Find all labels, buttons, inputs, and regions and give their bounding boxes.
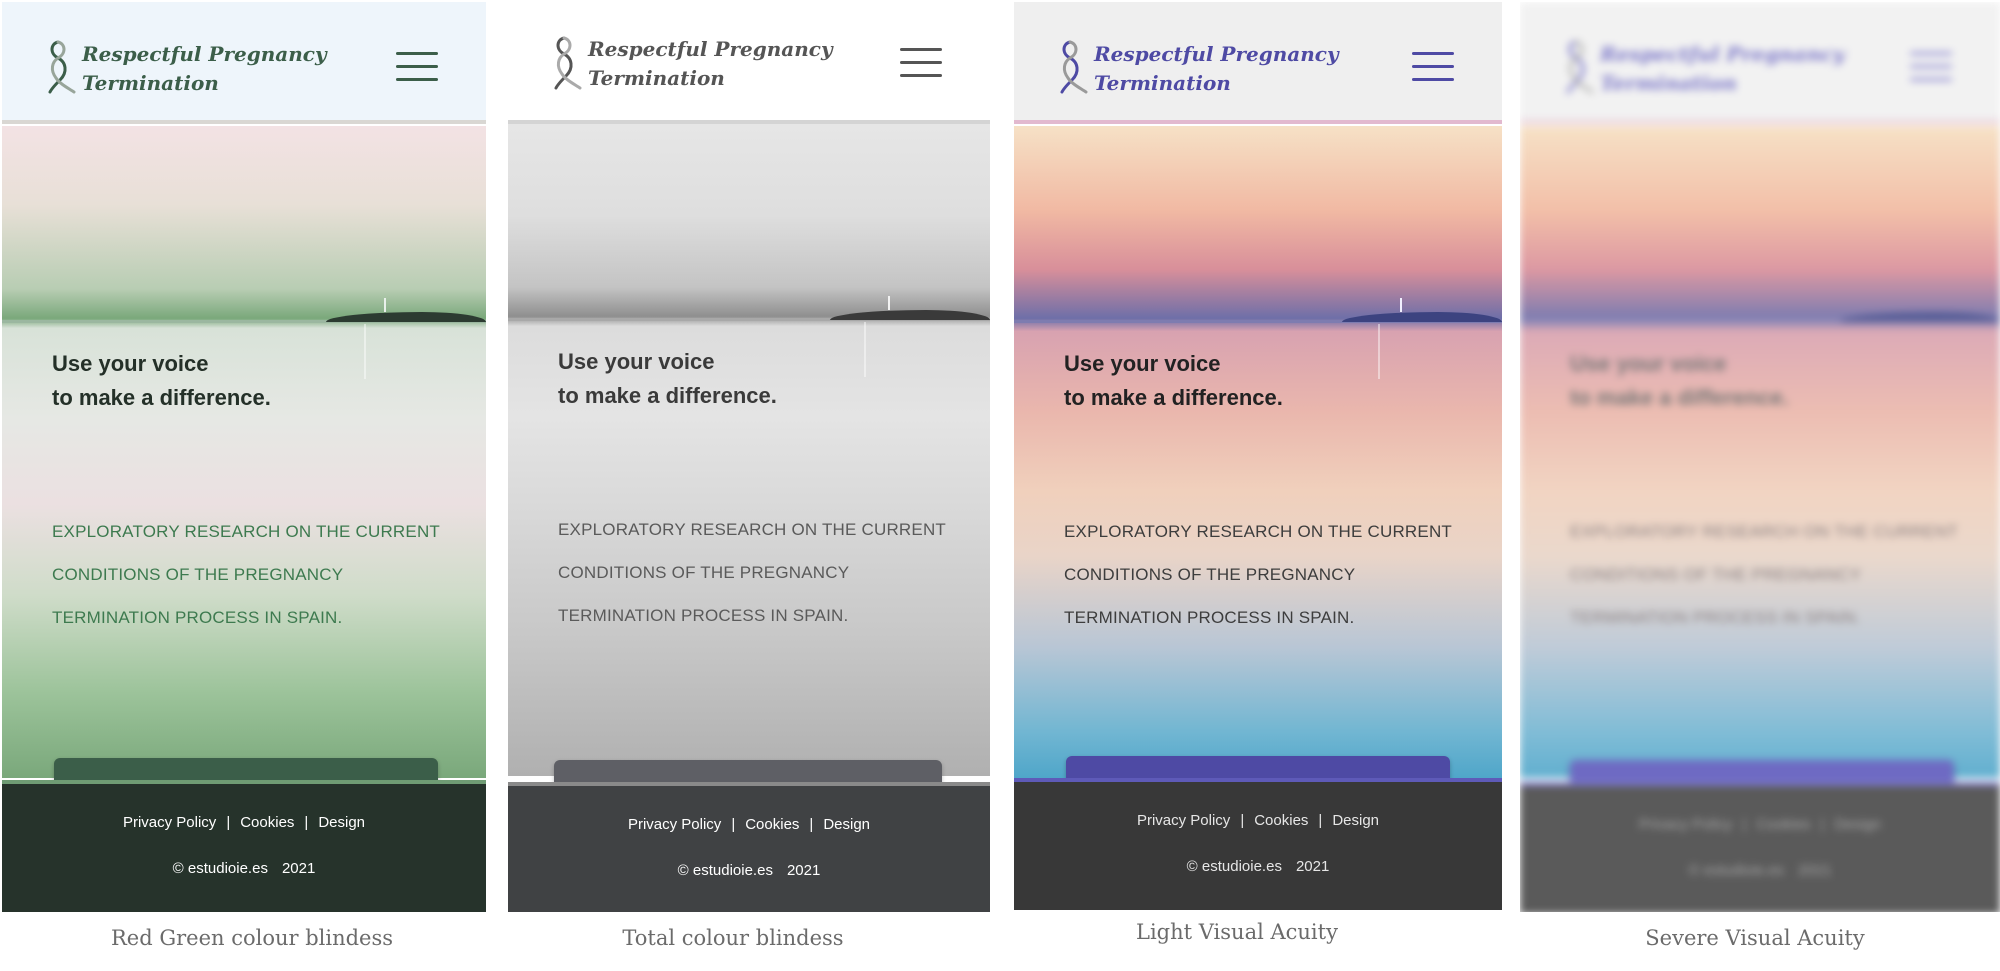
ribbon-logo-icon (1566, 40, 1594, 94)
hero-description: EXPLORATORY RESEARCH ON THE CURRENT COND… (558, 520, 947, 625)
brand-line2: Termination (1094, 71, 1231, 95)
site-footer: Privacy Policy | Cookies | Design © estudioi… (508, 782, 990, 912)
hero-section: Use your voice to make a difference. EXP… (2, 126, 486, 830)
copyright: © estudioie.es 2021 (677, 862, 821, 879)
footer-links: Privacy Policy | Cookies | Design (1638, 816, 1882, 833)
hamburger-menu-icon[interactable] (900, 48, 942, 82)
cookies-link[interactable]: Cookies (745, 816, 799, 833)
privacy-policy-link[interactable]: Privacy Policy (628, 816, 721, 833)
copyright: © estudioie.es 2021 (172, 860, 316, 877)
hero-heading: Use your voice to make a difference. (52, 351, 271, 410)
privacy-policy-link[interactable]: Privacy Policy (1137, 812, 1230, 829)
site-header: Respectful Pregnancy Termination (1014, 2, 1502, 124)
brand-line1: Respectful Pregnancy (1600, 42, 1845, 66)
brand-line2: Termination (588, 66, 725, 90)
simulation-severe-visual-acuity: Respectful Pregnancy Termination Use you… (1520, 2, 2000, 912)
hero-heading: Use your voice to make a difference. (1570, 351, 1789, 410)
hamburger-menu-icon[interactable] (1412, 52, 1454, 86)
brand-name[interactable]: Respectful Pregnancy Termination (82, 40, 327, 98)
brand-line2: Termination (1600, 71, 1737, 95)
hero-description: EXPLORATORY RESEARCH ON THE CURRENT COND… (1064, 522, 1453, 627)
caption-total: Total colour blindess (622, 926, 844, 950)
caption-light-acuity: Light Visual Acuity (1136, 920, 1338, 944)
brand-line2: Termination (82, 71, 219, 95)
copyright: © estudioie.es 2021 (1186, 858, 1330, 875)
hamburger-menu-icon[interactable] (1910, 52, 1952, 86)
footer-links: Privacy Policy | Cookies | Design (627, 816, 871, 833)
hero-description: EXPLORATORY RESEARCH ON THE CURRENT COND… (1570, 522, 1959, 627)
simulation-light-visual-acuity: Respectful Pregnancy Termination Use you… (1014, 2, 1502, 912)
design-link[interactable]: Design (1834, 816, 1881, 833)
ribbon-logo-icon (48, 40, 76, 94)
site-header: Respectful Pregnancy Termination (1520, 2, 2000, 124)
hero-section: Use your voice to make a difference. EXP… (1520, 126, 2000, 832)
brand-line1: Respectful Pregnancy (588, 37, 833, 61)
hero-heading: Use your voice to make a difference. (558, 349, 777, 408)
site-header: Respectful Pregnancy Termination (508, 2, 990, 124)
ribbon-logo-icon (1060, 40, 1088, 94)
design-link[interactable]: Design (318, 814, 365, 831)
ribbon-logo-icon (554, 36, 582, 90)
cookies-link[interactable]: Cookies (1756, 816, 1810, 833)
hero-description: EXPLORATORY RESEARCH ON THE CURRENT COND… (52, 522, 441, 627)
design-link[interactable]: Design (823, 816, 870, 833)
footer-links: Privacy Policy | Cookies | Design (1136, 812, 1380, 829)
caption-red-green: Red Green colour blindess (110, 926, 394, 950)
brand-name[interactable]: Respectful Pregnancy Termination (588, 35, 833, 93)
hamburger-menu-icon[interactable] (396, 52, 438, 86)
simulation-red-green: Respectful Pregnancy Termination Use you… (2, 2, 486, 912)
hero-section: Use your voice to make a difference. EXP… (508, 124, 990, 832)
privacy-policy-link[interactable]: Privacy Policy (123, 814, 216, 831)
hero-heading: Use your voice to make a difference. (1064, 351, 1283, 410)
brand-line1: Respectful Pregnancy (1094, 42, 1339, 66)
site-header: Respectful Pregnancy Termination (2, 2, 486, 124)
cookies-link[interactable]: Cookies (1254, 812, 1308, 829)
site-footer: Privacy Policy | Cookies | Design © estudioi… (1014, 778, 1502, 910)
brand-line1: Respectful Pregnancy (82, 42, 327, 66)
cookies-link[interactable]: Cookies (240, 814, 294, 831)
brand-name[interactable]: Respectful Pregnancy Termination (1094, 40, 1339, 98)
caption-severe-acuity: Severe Visual Acuity (1645, 926, 1865, 950)
simulation-total-colour-blindness: Respectful Pregnancy Termination Use you… (508, 2, 990, 912)
site-footer: Privacy Policy | Cookies | Design © estudioi… (1520, 782, 2000, 912)
privacy-policy-link[interactable]: Privacy Policy (1639, 816, 1732, 833)
footer-links: Privacy Policy | Cookies | Design (122, 814, 366, 831)
copyright: © estudioie.es 2021 (1688, 862, 1832, 879)
hero-section: Use your voice to make a difference. EXP… (1014, 126, 1502, 828)
site-footer: Privacy Policy | Cookies | Design © estudioi… (2, 780, 486, 912)
brand-name[interactable]: Respectful Pregnancy Termination (1600, 40, 1845, 98)
design-link[interactable]: Design (1332, 812, 1379, 829)
